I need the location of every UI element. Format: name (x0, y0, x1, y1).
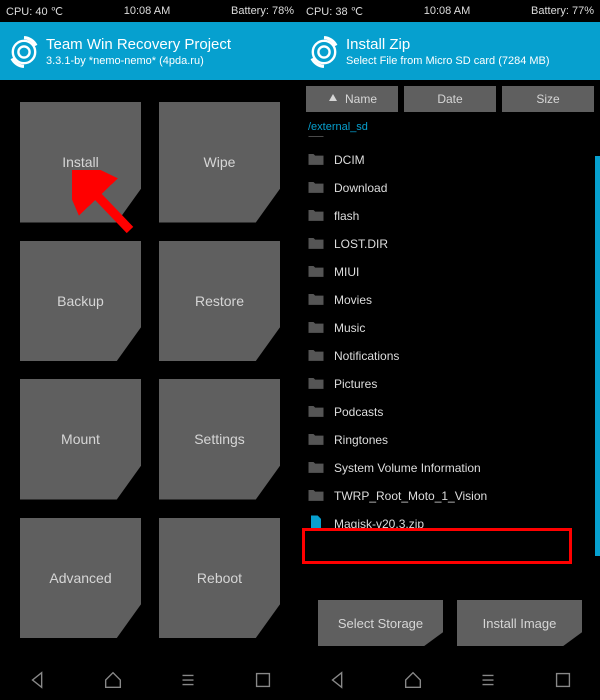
folder-row[interactable]: Pictures (306, 370, 596, 398)
twrp-logo-icon (308, 36, 340, 68)
folder-icon (306, 429, 326, 452)
twrp-logo-icon (8, 36, 40, 68)
status-time: 10:08 AM (124, 5, 170, 17)
page-title: Team Win Recovery Project (46, 36, 231, 55)
scrollbar[interactable] (595, 156, 600, 556)
file-label: DCIM (334, 153, 365, 167)
file-icon (306, 513, 326, 536)
file-label: MIUI (334, 265, 359, 279)
home-icon[interactable] (402, 669, 424, 691)
file-label: Notifications (334, 349, 399, 363)
folder-row[interactable]: MIUI (306, 258, 596, 286)
twrp-header: Team Win Recovery Project 3.3.1-by *nemo… (0, 22, 300, 80)
folder-icon (306, 149, 326, 172)
sort-size-button[interactable]: Size (502, 86, 594, 112)
reboot-button[interactable]: Reboot (159, 518, 280, 639)
folder-icon (306, 177, 326, 200)
status-time: 10:08 AM (424, 5, 470, 17)
menu-icon[interactable] (177, 669, 199, 691)
sort-tabs: Name Date Size (300, 80, 600, 118)
folder-icon (306, 373, 326, 396)
mount-button[interactable]: Mount (20, 379, 141, 500)
folder-icon (306, 205, 326, 228)
status-cpu: CPU: 38 ℃ (306, 5, 363, 18)
folder-icon (306, 289, 326, 312)
status-battery: Battery: 78% (231, 5, 294, 17)
device-right: CPU: 38 ℃ 10:08 AM Battery: 77% Install … (300, 0, 600, 700)
settings-button[interactable]: Settings (159, 379, 280, 500)
menu-icon[interactable] (477, 669, 499, 691)
folder-row[interactable]: Podcasts (306, 398, 596, 426)
backup-button[interactable]: Backup (20, 241, 141, 362)
status-battery: Battery: 77% (531, 5, 594, 17)
back-icon[interactable] (327, 669, 349, 691)
file-label: Music (334, 321, 365, 335)
bottom-actions: Select Storage Install Image (300, 582, 600, 660)
main-menu-grid: Install Wipe Backup Restore Mount Settin… (0, 80, 300, 660)
page-subtitle: 3.3.1-by *nemo-nemo* (4pda.ru) (46, 55, 231, 69)
file-label: Movies (334, 293, 372, 307)
folder-row[interactable]: Music (306, 314, 596, 342)
file-row[interactable]: Magisk-v20.3.zip (306, 510, 596, 538)
file-label: TWRP_Root_Moto_1_Vision (334, 489, 487, 503)
nav-bar (0, 660, 300, 700)
path-breadcrumb[interactable]: /external_sd (300, 118, 600, 136)
file-label: Ar r o (334, 136, 363, 139)
folder-row[interactable]: System Volume Information (306, 454, 596, 482)
twrp-header: Install Zip Select File from Micro SD ca… (300, 22, 600, 80)
recent-icon[interactable] (552, 669, 574, 691)
sort-label: Name (345, 92, 377, 106)
file-label: LOST.DIR (334, 237, 388, 251)
folder-row[interactable]: DCIM (306, 146, 596, 174)
file-label: Download (334, 181, 387, 195)
status-cpu: CPU: 40 ℃ (6, 5, 63, 18)
folder-row[interactable]: Ringtones (306, 426, 596, 454)
file-label: flash (334, 209, 359, 223)
folder-icon (306, 136, 326, 144)
restore-button[interactable]: Restore (159, 241, 280, 362)
back-icon[interactable] (27, 669, 49, 691)
file-label: Ringtones (334, 433, 388, 447)
status-bar: CPU: 38 ℃ 10:08 AM Battery: 77% (300, 0, 600, 22)
folder-icon (306, 345, 326, 368)
select-storage-button[interactable]: Select Storage (318, 600, 443, 646)
device-left: CPU: 40 ℃ 10:08 AM Battery: 78% Team Win… (0, 0, 300, 700)
folder-row[interactable]: Download (306, 174, 596, 202)
file-label: Magisk-v20.3.zip (334, 517, 424, 531)
file-label: Pictures (334, 377, 377, 391)
recent-icon[interactable] (252, 669, 274, 691)
folder-icon (306, 457, 326, 480)
folder-row[interactable]: Movies (306, 286, 596, 314)
folder-row[interactable]: flash (306, 202, 596, 230)
folder-row[interactable]: TWRP_Root_Moto_1_Vision (306, 482, 596, 510)
page-title: Install Zip (346, 36, 550, 55)
file-list[interactable]: Ar r o DCIM Download flash LOST.DIR MIUI Movie… (300, 136, 600, 582)
folder-row[interactable]: Notifications (306, 342, 596, 370)
nav-bar (300, 660, 600, 700)
folder-icon (306, 261, 326, 284)
sort-date-button[interactable]: Date (404, 86, 496, 112)
install-image-button[interactable]: Install Image (457, 600, 582, 646)
home-icon[interactable] (102, 669, 124, 691)
folder-icon (306, 485, 326, 508)
page-subtitle: Select File from Micro SD card (7284 MB) (346, 55, 550, 69)
status-bar: CPU: 40 ℃ 10:08 AM Battery: 78% (0, 0, 300, 22)
advanced-button[interactable]: Advanced (20, 518, 141, 639)
install-button[interactable]: Install (20, 102, 141, 223)
wipe-button[interactable]: Wipe (159, 102, 280, 223)
folder-row[interactable]: LOST.DIR (306, 230, 596, 258)
file-label: System Volume Information (334, 461, 481, 475)
folder-icon (306, 401, 326, 424)
sort-name-button[interactable]: Name (306, 86, 398, 112)
file-label: Podcasts (334, 405, 383, 419)
folder-icon (306, 317, 326, 340)
sort-asc-icon (327, 92, 339, 107)
folder-row[interactable]: Ar r o (306, 136, 596, 146)
folder-icon (306, 233, 326, 256)
